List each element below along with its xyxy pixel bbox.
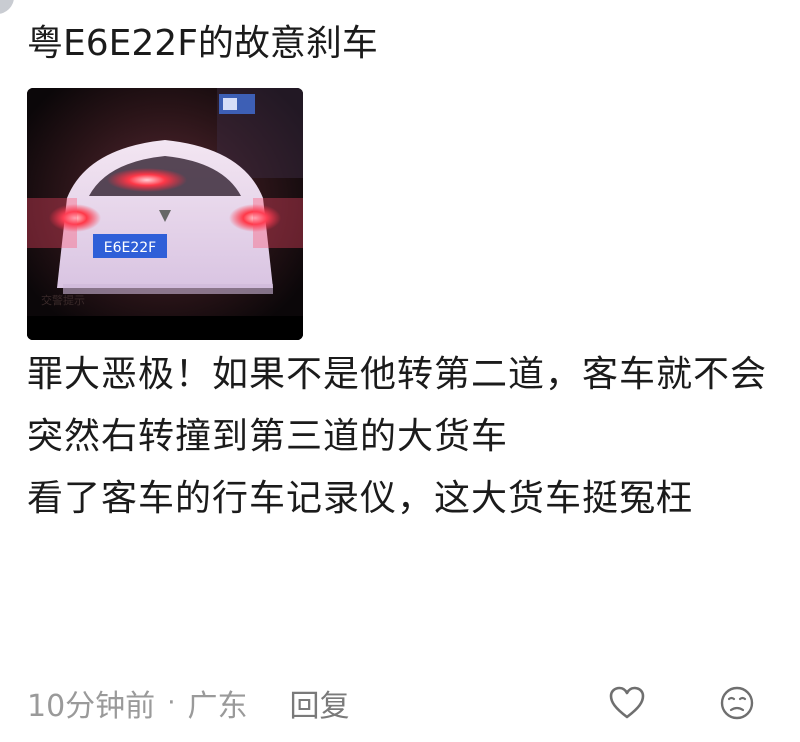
image-watermark: 交警提示: [41, 293, 85, 307]
avatar-edge: [0, 0, 14, 14]
location: 广东: [187, 689, 248, 724]
comment-meta-bar: 10分钟前 · 广东 回复: [27, 678, 787, 728]
license-plate-text: E6E22F: [104, 240, 156, 256]
comment-card: 粤E6E22F的故意刹车 E6E22F 交警提示 罪大恶极！如果不是他转第二道，…: [27, 18, 787, 724]
comment-body: 罪大恶极！如果不是他转第二道，客车就不会突然右转撞到第三道的大货车 看了客车的行…: [27, 344, 782, 530]
car-photo: E6E22F 交警提示: [27, 88, 303, 340]
comment-paragraph-2: 看了客车的行车记录仪，这大货车挺冤枉: [27, 478, 694, 519]
emoji-face-icon: [720, 686, 754, 720]
reply-button[interactable]: 回复: [289, 681, 349, 725]
meta-separator: ·: [167, 688, 176, 718]
heart-outline-icon: [609, 686, 645, 719]
like-button[interactable]: [607, 683, 647, 723]
timestamp: 10分钟前: [27, 689, 156, 724]
emoji-button[interactable]: [717, 683, 757, 723]
comment-title: 粤E6E22F的故意刹车: [27, 23, 378, 64]
comment-image[interactable]: E6E22F 交警提示: [27, 88, 303, 340]
comment-paragraph-1: 罪大恶极！如果不是他转第二道，客车就不会突然右转撞到第三道的大货车: [27, 354, 768, 457]
